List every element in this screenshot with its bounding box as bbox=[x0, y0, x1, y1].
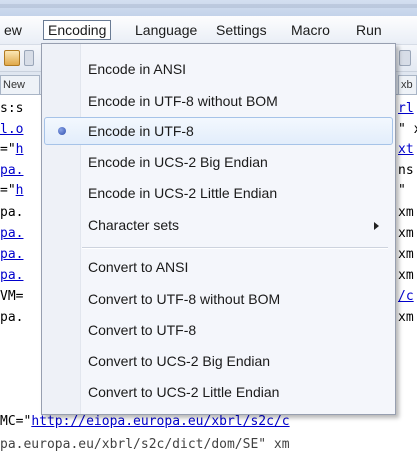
tab-xbrl[interactable]: xb bbox=[398, 75, 417, 94]
menu-item-convert-utf8[interactable]: Convert to UTF-8 bbox=[44, 316, 393, 344]
radio-bullet-icon bbox=[58, 127, 66, 135]
code-line: l.o bbox=[0, 120, 23, 140]
menu-item-label: Convert to ANSI bbox=[88, 259, 189, 275]
code-link[interactable]: pa. bbox=[0, 247, 23, 262]
menu-item-encode-ucs2-big-endian[interactable]: Encode in UCS-2 Big Endian bbox=[44, 148, 393, 176]
menu-item-label: Convert to UCS-2 Big Endian bbox=[88, 353, 271, 369]
menu-separator bbox=[82, 247, 388, 249]
code-line: pa.europa.eu/xbrl/s2c/dict/dom/SE" xm bbox=[0, 437, 290, 452]
code-fragment: xm bbox=[398, 205, 414, 220]
menu-item-character-sets[interactable]: Character sets bbox=[44, 211, 393, 239]
code-link[interactable]: l.o bbox=[0, 122, 23, 137]
submenu-arrow-icon bbox=[374, 222, 379, 230]
code-fragment[interactable]: rl bbox=[398, 99, 414, 119]
title-bar bbox=[0, 0, 417, 16]
code-line: ="h bbox=[0, 181, 23, 201]
menu-bar: ew Encoding Language Settings Macro Run bbox=[0, 16, 417, 45]
menu-item-label: Encode in UTF-8 without BOM bbox=[88, 93, 278, 109]
code-text: s:s bbox=[0, 101, 24, 116]
code-line: pa. bbox=[0, 245, 23, 265]
code-text: =" bbox=[0, 183, 16, 198]
menu-item-label: Convert to UTF-8 bbox=[88, 322, 197, 338]
code-line: pa. bbox=[0, 266, 23, 286]
toolbar-overflow-icon[interactable] bbox=[399, 50, 411, 66]
menu-encoding[interactable]: Encoding bbox=[43, 20, 112, 40]
menu-item-convert-ucs2-little-endian[interactable]: Convert to UCS-2 Little Endian bbox=[44, 378, 393, 406]
encoding-dropdown-menu: Encode in ANSI Encode in UTF-8 without B… bbox=[41, 43, 396, 415]
code-text: VM= bbox=[0, 289, 24, 304]
menu-item-convert-ansi[interactable]: Convert to ANSI bbox=[44, 253, 393, 281]
code-fragment: xm bbox=[398, 268, 414, 283]
menu-item-label: Character sets bbox=[88, 217, 180, 233]
code-line: s:s bbox=[0, 99, 23, 119]
menu-item-label: Encode in ANSI bbox=[88, 61, 187, 77]
menu-item-encode-utf8-no-bom[interactable]: Encode in UTF-8 without BOM bbox=[44, 87, 393, 115]
tab-new[interactable]: New bbox=[0, 75, 40, 94]
code-fragment: ns bbox=[398, 163, 414, 178]
menu-item-encode-ucs2-little-endian[interactable]: Encode in UCS-2 Little Endian bbox=[44, 179, 393, 207]
code-fragment: xm bbox=[398, 247, 414, 262]
code-line: VM= bbox=[0, 287, 23, 307]
menu-item-encode-utf8[interactable]: Encode in UTF-8 bbox=[44, 117, 393, 145]
code-link[interactable]: h bbox=[16, 142, 24, 157]
code-link[interactable]: h bbox=[16, 183, 24, 198]
code-link[interactable]: pa. bbox=[0, 163, 23, 178]
code-text: =" bbox=[0, 142, 16, 157]
code-line: ="h bbox=[0, 140, 23, 160]
code-link[interactable]: pa. bbox=[0, 226, 23, 241]
code-line: pa. bbox=[0, 224, 23, 244]
menu-item-convert-ucs2-big-endian[interactable]: Convert to UCS-2 Big Endian bbox=[44, 347, 393, 375]
code-link[interactable]: pa. bbox=[0, 268, 23, 283]
menu-item-convert-utf8-no-bom[interactable]: Convert to UTF-8 without BOM bbox=[44, 285, 393, 313]
code-fragment: xm bbox=[398, 226, 414, 241]
menu-item-label: Convert to UCS-2 Little Endian bbox=[88, 384, 280, 400]
code-fragment: " x bbox=[398, 122, 417, 137]
code-line: pa. bbox=[0, 161, 23, 181]
menu-item-label: Encode in UTF-8 bbox=[88, 123, 194, 139]
code-fragment: " bbox=[398, 183, 406, 198]
code-line: pa. bbox=[0, 203, 23, 223]
code-line: pa. bbox=[0, 308, 23, 328]
open-file-icon[interactable] bbox=[24, 50, 34, 66]
menu-run[interactable]: Run bbox=[352, 20, 386, 40]
menu-language[interactable]: Language bbox=[131, 20, 201, 40]
menu-item-label: Encode in UCS-2 Big Endian bbox=[88, 154, 268, 170]
code-text: MC=" bbox=[0, 414, 32, 429]
menu-item-label: Convert to UTF-8 without BOM bbox=[88, 291, 281, 307]
code-text: pa. bbox=[0, 310, 24, 325]
new-file-icon[interactable] bbox=[4, 50, 20, 66]
code-line: MC="http://eiopa.europa.eu/xbrl/s2c/c bbox=[0, 412, 290, 432]
code-fragment[interactable]: xt bbox=[398, 140, 414, 160]
code-text: pa. bbox=[0, 205, 24, 220]
code-link[interactable]: http://eiopa.europa.eu/xbrl/s2c/c bbox=[31, 414, 289, 429]
menu-view[interactable]: ew bbox=[0, 20, 26, 40]
menu-macro[interactable]: Macro bbox=[287, 20, 334, 40]
menu-item-encode-ansi[interactable]: Encode in ANSI bbox=[44, 55, 393, 83]
menu-settings[interactable]: Settings bbox=[212, 20, 271, 40]
code-fragment[interactable]: /c bbox=[398, 287, 414, 307]
title-bar-shadow bbox=[0, 4, 417, 8]
menu-item-label: Encode in UCS-2 Little Endian bbox=[88, 185, 278, 201]
code-fragment: xm bbox=[398, 310, 414, 325]
